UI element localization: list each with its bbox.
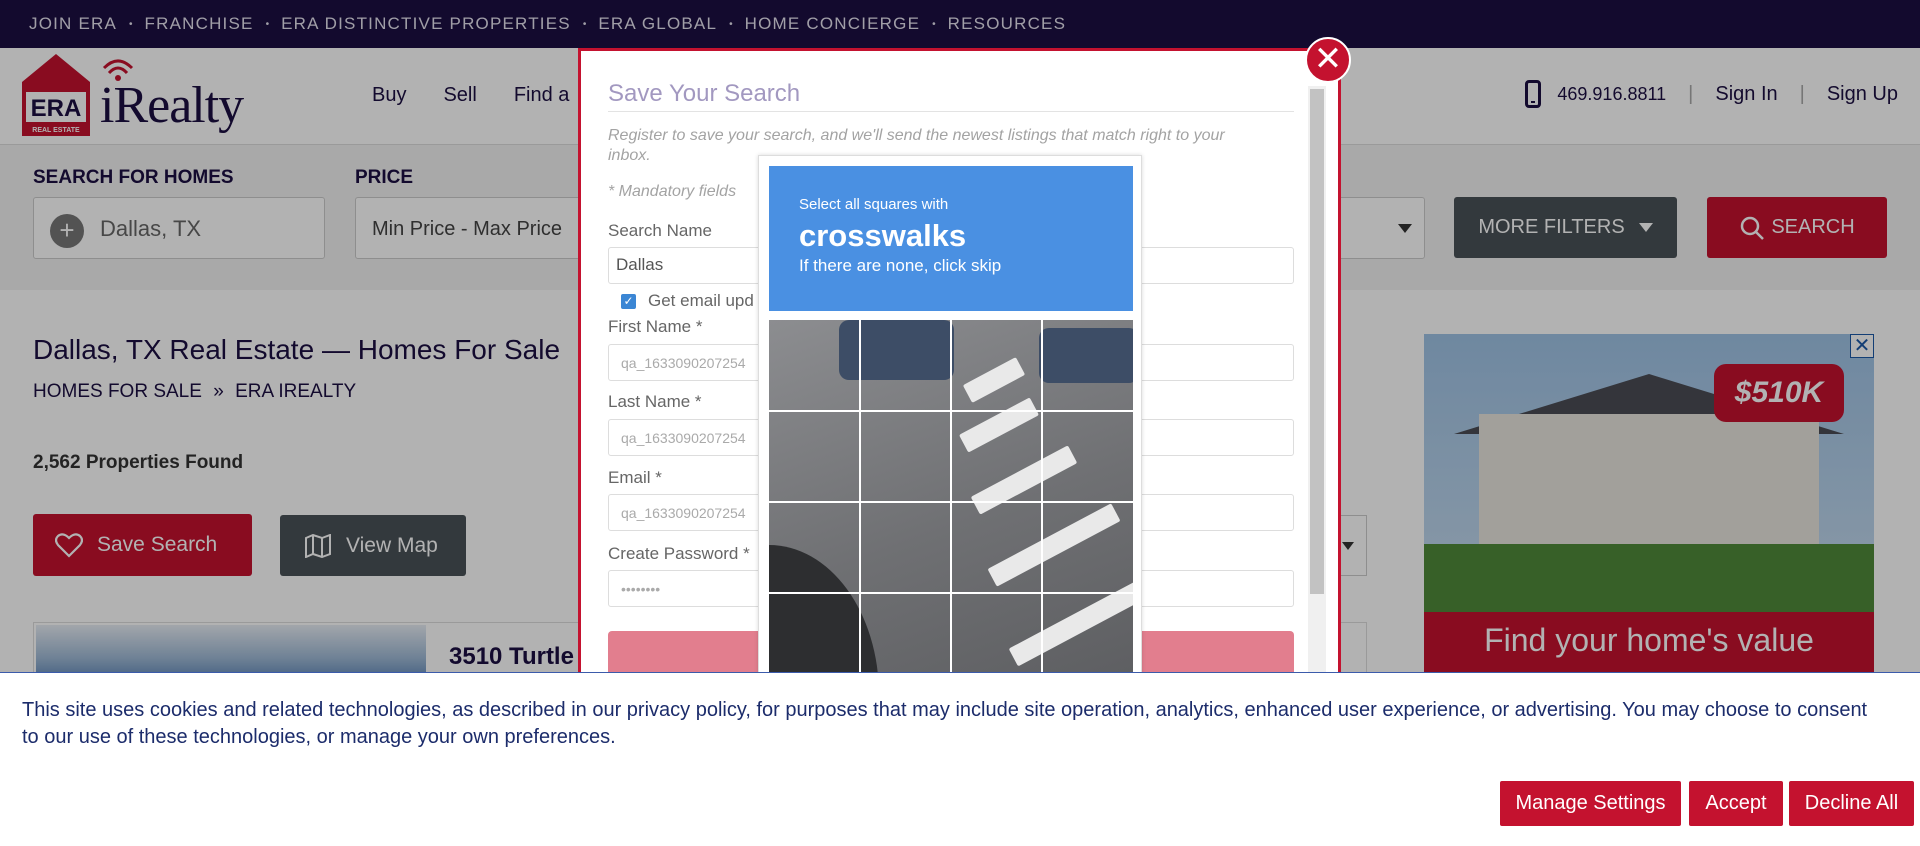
captcha-tile[interactable] <box>952 412 1041 501</box>
captcha-tile[interactable] <box>769 412 859 501</box>
captcha-tile[interactable] <box>1043 320 1133 410</box>
captcha-tile[interactable] <box>1043 503 1133 592</box>
captcha-tile[interactable] <box>861 503 950 592</box>
captcha-tile[interactable] <box>952 503 1041 592</box>
search-name-label: Search Name <box>608 221 712 240</box>
captcha-target: crosswalks <box>799 218 967 253</box>
captcha-instructions: Select all squares with crosswalks If th… <box>769 166 1133 311</box>
password-label: Create Password * <box>608 544 750 563</box>
captcha-tile[interactable] <box>769 503 859 592</box>
modal-close-button[interactable]: ✕ <box>1305 37 1351 83</box>
email-label: Email * <box>608 468 662 487</box>
modal-divider <box>608 111 1294 112</box>
email-updates-label: Get email upd <box>648 291 754 310</box>
accept-button[interactable]: Accept <box>1689 781 1783 826</box>
first-name-label: First Name * <box>608 317 703 336</box>
modal-title: Save Your Search <box>608 80 801 107</box>
mandatory-note: * Mandatory fields <box>608 183 737 200</box>
captcha-tile[interactable] <box>861 320 950 410</box>
captcha-tile[interactable] <box>1043 412 1133 501</box>
captcha-line-skip: If there are none, click skip <box>799 256 1002 275</box>
modal-scrollbar-thumb[interactable] <box>1310 89 1324 594</box>
captcha-image-grid <box>769 320 1133 686</box>
cookie-consent-banner: This site uses cookies and related techn… <box>0 672 1920 846</box>
decline-all-button[interactable]: Decline All <box>1789 781 1914 826</box>
captcha-line-select: Select all squares with <box>799 196 949 213</box>
captcha-challenge: Select all squares with crosswalks If th… <box>758 155 1142 686</box>
email-updates-checkbox[interactable]: ✓ <box>621 294 636 309</box>
cookie-message: This site uses cookies and related techn… <box>22 699 1868 748</box>
manage-settings-button[interactable]: Manage Settings <box>1500 781 1681 826</box>
last-name-label: Last Name * <box>608 392 702 411</box>
captcha-tile[interactable] <box>952 320 1041 410</box>
captcha-tile[interactable] <box>769 320 859 410</box>
captcha-tile[interactable] <box>861 412 950 501</box>
